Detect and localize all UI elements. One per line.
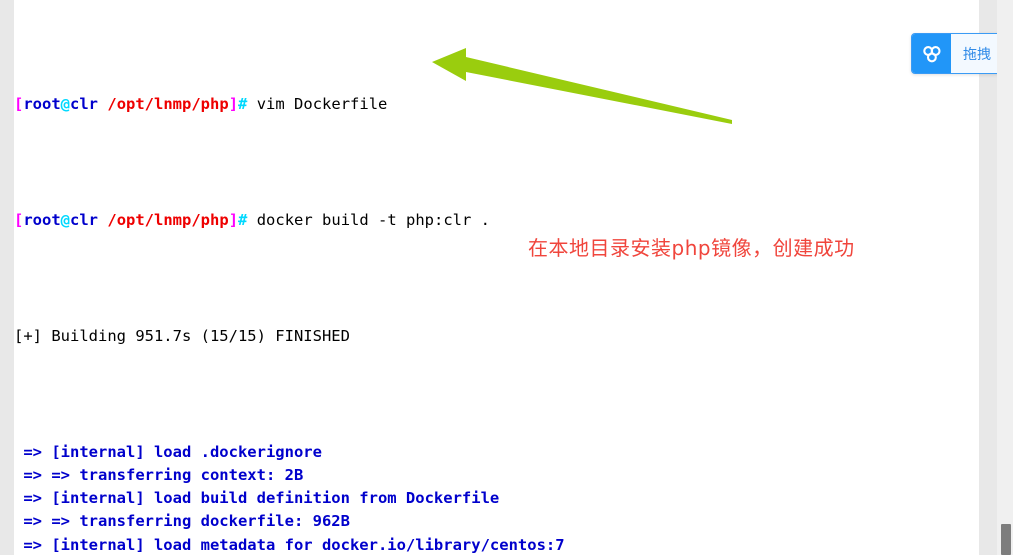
terminal-prompt-line-1: [root@clr /opt/lnmp/php]# vim Dockerfile: [14, 93, 979, 116]
terminal-screenshot: [root@clr /opt/lnmp/php]# vim Dockerfile…: [0, 0, 1013, 555]
annotation-text: 在本地目录安装php镜像，创建成功: [528, 236, 855, 260]
command-text-1: vim Dockerfile: [247, 94, 388, 113]
terminal-prompt-line-2: [root@clr /opt/lnmp/php]# docker build -…: [14, 209, 979, 232]
prompt-hash: #: [238, 210, 248, 229]
netdisk-drag-widget[interactable]: 拖拽: [911, 33, 1001, 74]
prompt-bracket-open: [: [14, 210, 24, 229]
terminal-output: [root@clr /opt/lnmp/php]# vim Dockerfile…: [14, 0, 979, 555]
prompt-host: clr: [70, 94, 99, 113]
build-output-line: => [internal] load .dockerignore: [14, 442, 322, 461]
prompt-bracket-open: [: [14, 94, 24, 113]
build-output-line: => => transferring context: 2B: [14, 466, 304, 484]
vertical-scrollbar-track[interactable]: [997, 0, 1013, 555]
build-output-line: => => transferring dockerfile: 962B: [14, 512, 350, 531]
build-status-line: [+] Building 951.7s (15/15) FINISHED: [14, 326, 350, 345]
prompt-user: root: [23, 94, 61, 113]
build-output-lines: => [internal] load .dockerignore => => t…: [14, 441, 979, 555]
netdisk-drag-label: 拖拽: [963, 46, 991, 63]
baidu-netdisk-cloud-icon: [912, 34, 951, 73]
left-gutter: [0, 0, 14, 555]
build-output-line: => [internal] load build definition from…: [14, 489, 500, 508]
build-output-line: => [internal] load metadata for docker.i…: [14, 535, 565, 554]
prompt-at: @: [60, 94, 71, 113]
prompt-hash: #: [238, 94, 248, 113]
prompt-at: @: [60, 210, 71, 229]
cloud-glyph: [922, 45, 941, 62]
prompt-host: clr: [70, 210, 99, 229]
prompt-user: root: [23, 210, 61, 229]
vertical-scrollbar-thumb[interactable]: [1001, 524, 1011, 555]
prompt-path: /opt/lnmp/php: [107, 94, 229, 113]
command-text-2: docker build -t php:clr .: [247, 210, 491, 229]
prompt-bracket-close: ]: [228, 94, 239, 113]
prompt-path: /opt/lnmp/php: [107, 210, 229, 229]
prompt-bracket-close: ]: [228, 210, 239, 229]
